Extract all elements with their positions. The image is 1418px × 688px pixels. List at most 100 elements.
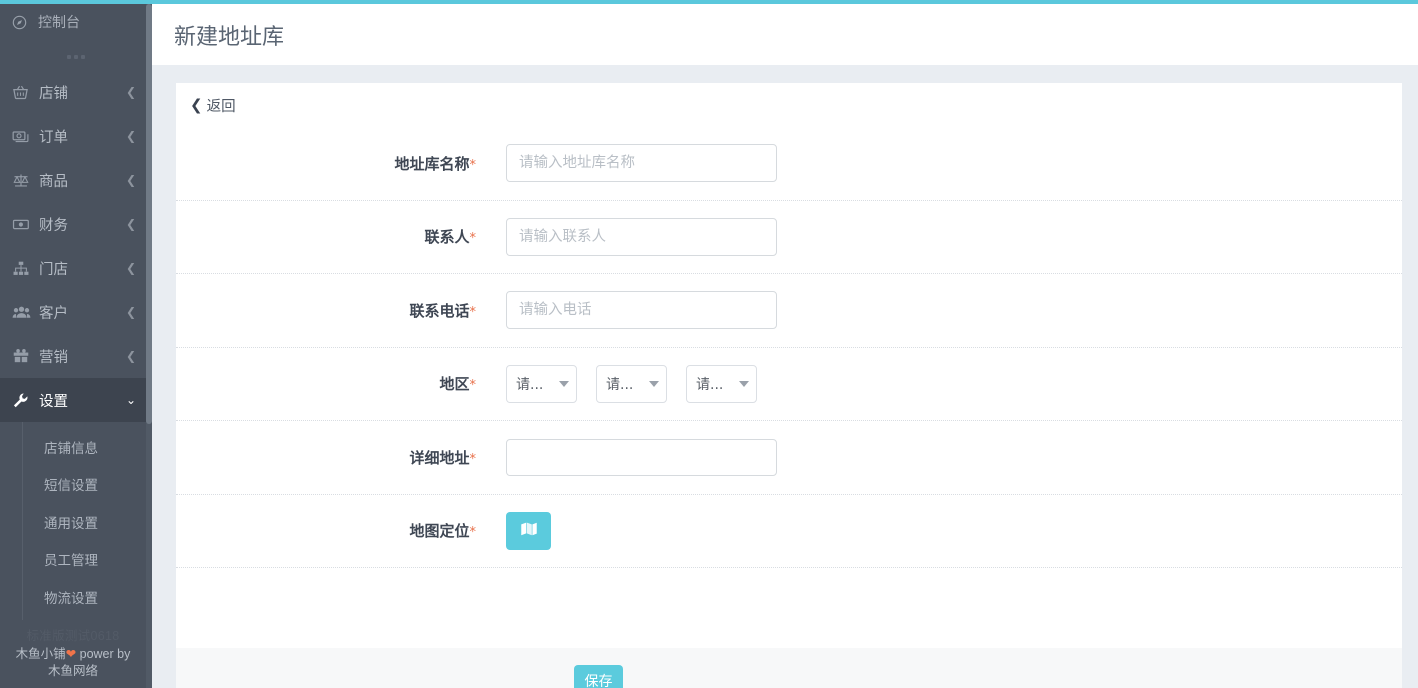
field-label: 地址库名称* — [176, 153, 506, 174]
sidebar-subitem-label: 店铺信息 — [44, 440, 98, 456]
brand-line-1: 木鱼小铺❤ power by — [4, 646, 142, 663]
back-row: ❮ 返回 — [176, 83, 1402, 127]
basket-icon — [12, 84, 39, 101]
chevron-down-icon — [559, 380, 569, 387]
sidebar-item-label: 门店 — [39, 261, 68, 278]
chevron-left-icon: ❮ — [125, 85, 136, 99]
main-area: 新建地址库 ❮ 返回 地址库名称* 联系人* — [152, 4, 1418, 688]
sitemap-icon — [12, 260, 39, 277]
label-text: 地区 — [439, 375, 470, 394]
required-mark: * — [469, 451, 477, 467]
chevron-left-icon: ❮ — [125, 173, 136, 187]
label-text: 详细地址 — [409, 448, 470, 467]
chevron-down-icon — [739, 380, 749, 387]
sidebar-subitem-sms-settings[interactable]: 短信设置 — [0, 466, 152, 504]
city-select-value: 请... — [606, 376, 634, 393]
sidebar-console-label: 控制台 — [38, 14, 80, 30]
label-text: 联系电话 — [409, 301, 470, 320]
chevron-left-icon: ❮ — [125, 305, 136, 319]
sidebar-item-customers[interactable]: 客户 ❮ — [0, 290, 152, 334]
field-label: 联系人* — [176, 226, 506, 247]
district-select-value: 请... — [696, 376, 724, 393]
contact-person-input[interactable] — [506, 217, 777, 256]
province-select[interactable]: 请... — [506, 364, 577, 403]
province-select-value: 请... — [516, 376, 544, 393]
dot — [67, 55, 71, 59]
sidebar-item-label: 订单 — [39, 129, 68, 146]
required-mark: * — [469, 231, 477, 247]
sidebar-item-console[interactable]: 控制台 — [0, 0, 152, 44]
field-control — [506, 291, 1402, 330]
required-mark: * — [469, 525, 477, 541]
wrench-icon — [12, 392, 39, 409]
sidebar-item-finance[interactable]: 财务 ❮ — [0, 202, 152, 246]
save-button[interactable]: 保存 — [574, 665, 623, 688]
form-row-address-book-name: 地址库名称* — [176, 127, 1402, 201]
required-mark: * — [469, 157, 477, 173]
panel-bottom-spacer — [176, 568, 1402, 626]
scale-icon — [12, 172, 39, 189]
version-label: 标准版测试0618 — [26, 629, 120, 643]
sidebar-subitem-general-settings[interactable]: 通用设置 — [0, 503, 152, 541]
map-icon — [520, 521, 538, 540]
page-header: 新建地址库 — [152, 4, 1418, 65]
sidebar-submenu-settings: 店铺信息 短信设置 通用设置 员工管理 物流设置 — [0, 422, 152, 626]
chevron-down-icon: ⌄ — [125, 393, 136, 407]
field-label: 详细地址* — [176, 447, 506, 468]
sidebar-item-settings[interactable]: 设置 ⌄ — [0, 378, 152, 422]
sidebar-footer: 标准版测试0618 木鱼小铺❤ power by 木鱼网络 — [0, 621, 146, 688]
sidebar-subitem-label: 通用设置 — [44, 515, 98, 531]
chevron-left-icon: ❮ — [125, 261, 136, 275]
sidebar-item-products[interactable]: 商品 ❮ — [0, 158, 152, 202]
field-label: 地区* — [176, 373, 506, 394]
money-bill-icon — [12, 216, 39, 233]
field-control — [506, 511, 1402, 550]
sidebar-divider-dots — [0, 44, 152, 70]
field-control — [506, 438, 1402, 476]
top-accent-bar — [0, 0, 1418, 4]
back-label: 返回 — [206, 98, 236, 115]
sidebar-item-orders[interactable]: 订单 ❮ — [0, 114, 152, 158]
sidebar-scrollbar-thumb[interactable] — [146, 4, 152, 424]
chevron-down-icon — [649, 380, 659, 387]
form-row-detailed-address: 详细地址* — [176, 421, 1402, 495]
sidebar-subitem-label: 物流设置 — [44, 590, 98, 606]
required-mark: * — [469, 304, 477, 320]
contact-phone-input[interactable] — [506, 291, 777, 330]
address-book-name-input[interactable] — [506, 144, 777, 183]
map-location-button[interactable] — [506, 511, 551, 550]
city-select[interactable]: 请... — [596, 364, 667, 403]
sidebar-subitem-label: 员工管理 — [44, 553, 98, 569]
page-title: 新建地址库 — [174, 24, 285, 50]
gift-icon — [12, 348, 39, 365]
label-text: 地图定位 — [409, 522, 470, 541]
dot — [74, 55, 78, 59]
chevron-left-icon: ❮ — [190, 97, 203, 114]
users-icon — [12, 304, 39, 321]
content-wrapper: ❮ 返回 地址库名称* 联系人* 联系电话* — [152, 65, 1418, 688]
sidebar-item-stores[interactable]: 门店 ❮ — [0, 246, 152, 290]
district-select[interactable]: 请... — [686, 364, 757, 403]
sidebar-subitem-staff-management[interactable]: 员工管理 — [0, 541, 152, 579]
sidebar-item-label: 商品 — [39, 173, 68, 190]
sidebar-item-label: 设置 — [39, 393, 68, 410]
label-text: 联系人 — [424, 228, 470, 247]
label-text: 地址库名称 — [394, 154, 470, 173]
dot — [81, 55, 85, 59]
form-action-bar: 保存 — [176, 648, 1402, 688]
detailed-address-input[interactable] — [506, 438, 777, 476]
chevron-left-icon: ❮ — [125, 129, 136, 143]
sidebar-scrollbar[interactable] — [146, 0, 152, 688]
banknotes-icon — [12, 128, 39, 145]
required-mark: * — [469, 378, 477, 394]
sidebar-subitem-label: 短信设置 — [44, 478, 98, 494]
field-control — [506, 144, 1402, 183]
sidebar-item-marketing[interactable]: 营销 ❮ — [0, 334, 152, 378]
back-button[interactable]: ❮ 返回 — [190, 95, 236, 116]
sidebar-subitem-logistics-settings[interactable]: 物流设置 — [0, 578, 152, 616]
form-row-contact-person: 联系人* — [176, 201, 1402, 274]
field-control — [506, 217, 1402, 256]
sidebar-subitem-shop-info[interactable]: 店铺信息 — [0, 428, 152, 466]
sidebar-item-label: 店铺 — [39, 85, 68, 102]
sidebar-item-shop[interactable]: 店铺 ❮ — [0, 70, 152, 114]
